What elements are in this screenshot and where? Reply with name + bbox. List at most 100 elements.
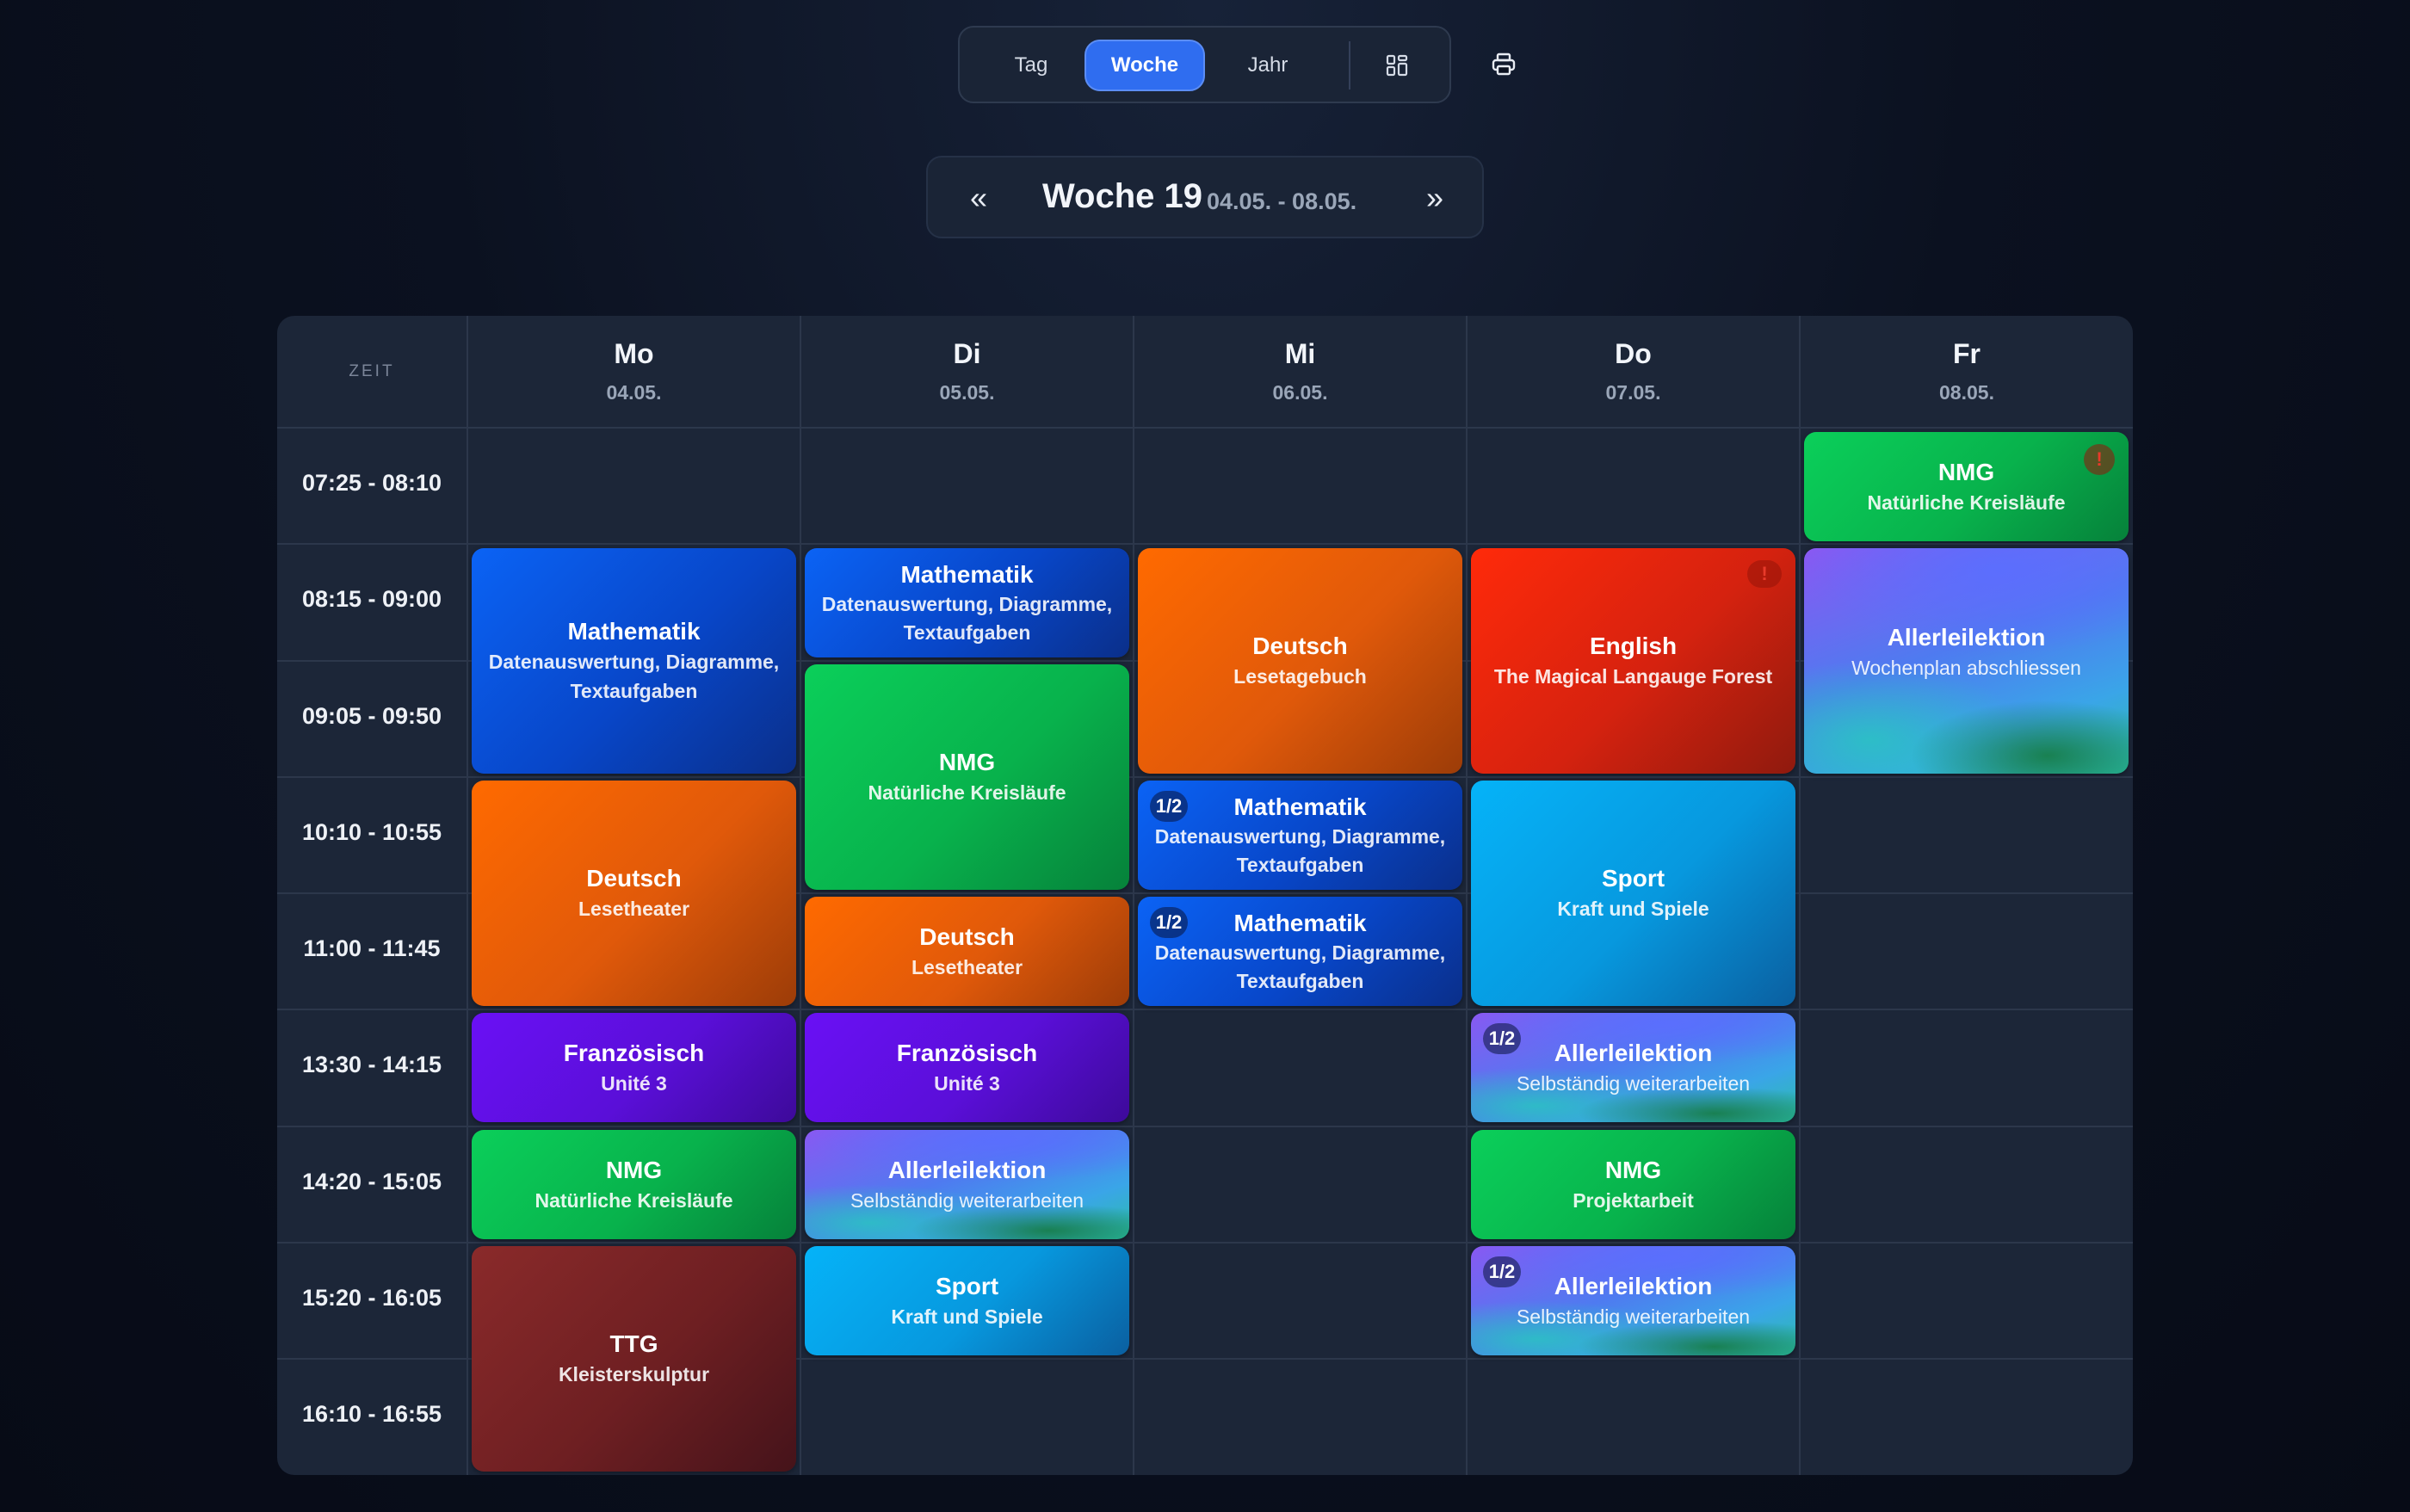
lesson-topic: Datenauswertung, Diagramme, Textaufgaben [1154, 824, 1446, 876]
day-header-fr: Fr 08.05. [1801, 316, 2133, 428]
week-calendar: ZEIT Mo 04.05. Di 05.05. Mi 06.05. Do 07… [277, 316, 2133, 1475]
lesson-card[interactable]: 1/2 Mathematik Datenauswertung, Diagramme… [1138, 781, 1462, 890]
lesson-card[interactable]: Deutsch Lesetheater [805, 897, 1129, 1006]
time-slot-label: 09:05 - 09:50 [301, 703, 442, 729]
lesson-title: Allerleilektion [1887, 623, 2046, 651]
lesson-card[interactable]: Deutsch Lesetheater [472, 781, 796, 1006]
week-range: 04.05. - 08.05. [1207, 188, 1357, 214]
lesson-card[interactable]: ! English The Magical Langauge Forest [1471, 548, 1795, 774]
lesson-card[interactable]: Allerleilektion Wochenplan abschliessen [1804, 548, 2129, 774]
lesson-topic: The Magical Langauge Forest [1493, 665, 1773, 688]
lesson-card[interactable]: 1/2 Allerleilektion Selbständig weiterarb… [1471, 1013, 1795, 1122]
lesson-title: NMG [938, 749, 996, 775]
time-column-header: ZEIT [349, 362, 395, 380]
lesson-title: NMG [1604, 1156, 1662, 1183]
day-name: Do [1615, 338, 1652, 369]
time-slot-label: 07:25 - 08:10 [301, 470, 442, 496]
lesson-card[interactable]: Mathematik Datenauswertung, Diagramme, Te… [472, 548, 796, 774]
lesson-topic: Lesetagebuch [1233, 665, 1367, 688]
time-slot-label: 11:00 - 11:45 [303, 935, 441, 961]
lesson-card[interactable]: 1/2 Allerleilektion Selbständig weiterarb… [1471, 1246, 1795, 1355]
next-week-button[interactable]: » [1413, 176, 1456, 219]
grid-line [800, 316, 801, 1475]
day-header-di: Di 05.05. [801, 316, 1133, 428]
lesson-topic: Wochenplan abschliessen [1851, 656, 2081, 679]
time-slot-label: 16:10 - 16:55 [301, 1401, 442, 1427]
lesson-title: Französisch [563, 1039, 705, 1066]
grid-line [467, 316, 468, 1475]
lesson-topic: Natürliche Kreisläufe [535, 1188, 733, 1212]
day-date: 04.05. [606, 381, 662, 404]
day-name: Fr [1953, 338, 1981, 369]
lesson-title: Sport [935, 1272, 999, 1299]
lesson-card[interactable]: TTG Kleisterskulptur [472, 1246, 796, 1472]
lesson-title: Mathematik [900, 560, 1034, 588]
grid-line [1466, 316, 1468, 1475]
view-switcher: Tag Woche Jahr [958, 26, 1451, 103]
lesson-title: Deutsch [1252, 633, 1348, 659]
lesson-topic: Projektarbeit [1573, 1188, 1694, 1212]
day-date: 06.05. [1272, 381, 1328, 404]
lesson-topic: Selbständig weiterarbeiten [1516, 1305, 1751, 1328]
lesson-card[interactable]: NMG Natürliche Kreisläufe [472, 1130, 796, 1239]
time-slot-label: 13:30 - 14:15 [301, 1052, 442, 1077]
lesson-topic: Natürliche Kreisläufe [868, 781, 1066, 804]
day-date: 05.05. [939, 381, 995, 404]
time-slot-label: 10:10 - 10:55 [301, 819, 442, 845]
lesson-card[interactable]: Sport Kraft und Spiele [1471, 781, 1795, 1006]
lesson-topic: Natürliche Kreisläufe [1867, 491, 2066, 514]
lesson-topic: Lesetheater [911, 955, 1023, 978]
day-name: Mi [1284, 338, 1316, 369]
grid-icon[interactable] [1381, 50, 1412, 81]
lesson-topic: Datenauswertung, Diagramme, Textaufgaben [1154, 941, 1446, 992]
grid-line [277, 1126, 2133, 1127]
lesson-card[interactable]: Mathematik Datenauswertung, Diagramme, Te… [805, 548, 1129, 657]
lesson-title: Allerleilektion [887, 1156, 1047, 1183]
lesson-card[interactable]: ! NMG Natürliche Kreisläufe [1804, 432, 2129, 541]
lesson-topic: Selbständig weiterarbeiten [850, 1188, 1084, 1212]
lesson-card[interactable]: 1/2 Mathematik Datenauswertung, Diagramme… [1138, 897, 1462, 1006]
time-slot-label: 08:15 - 09:00 [301, 586, 442, 612]
tab-year[interactable]: Jahr [1216, 40, 1319, 91]
lesson-topic: Lesetheater [578, 898, 690, 920]
day-header-do: Do 07.05. [1468, 316, 1799, 428]
prev-week-button[interactable]: « [957, 176, 1000, 219]
day-header-mi: Mi 06.05. [1134, 316, 1466, 428]
lesson-card[interactable]: Deutsch Lesetagebuch [1138, 548, 1462, 774]
lesson-topic: Unité 3 [601, 1071, 667, 1095]
lesson-title: Mathematik [1233, 793, 1367, 820]
lesson-topic: Datenauswertung, Diagramme, Textaufgaben [488, 651, 780, 702]
lesson-title: TTG [609, 1330, 658, 1357]
toolbar-divider [1349, 41, 1350, 89]
lesson-card[interactable]: Französisch Unité 3 [472, 1013, 796, 1122]
grid-line [277, 1009, 2133, 1010]
lesson-title: Allerleilektion [1554, 1039, 1713, 1066]
lesson-title: Allerleilektion [1554, 1272, 1713, 1299]
lesson-card[interactable]: NMG Natürliche Kreisläufe [805, 664, 1129, 890]
lesson-topic: Datenauswertung, Diagramme, Textaufgaben [821, 592, 1113, 644]
lesson-card[interactable]: NMG Projektarbeit [1471, 1130, 1795, 1239]
grid-line [277, 776, 2133, 778]
lesson-title: NMG [1937, 458, 1995, 485]
lesson-topic: Kleisterskulptur [558, 1363, 710, 1385]
lesson-card[interactable]: Französisch Unité 3 [805, 1013, 1129, 1122]
tab-week[interactable]: Woche [1084, 40, 1205, 91]
grid-line [277, 543, 2133, 545]
day-date: 07.05. [1605, 381, 1661, 404]
lesson-title: Mathematik [1233, 909, 1367, 936]
grid-line [277, 1242, 2133, 1244]
lesson-card[interactable]: Allerleilektion Selbständig weiterarbeite… [805, 1130, 1129, 1239]
time-slot-label: 15:20 - 16:05 [301, 1285, 442, 1311]
lesson-title: Sport [1601, 865, 1665, 892]
lesson-card[interactable]: Sport Kraft und Spiele [805, 1246, 1129, 1355]
week-title: Woche 19 [1042, 177, 1202, 215]
print-icon[interactable] [1488, 49, 1519, 80]
day-name: Di [953, 338, 981, 369]
day-name: Mo [614, 338, 654, 369]
lesson-title: Deutsch [919, 923, 1015, 950]
day-header-mo: Mo 04.05. [468, 316, 800, 428]
grid-line [1799, 316, 1801, 1475]
lesson-title: Mathematik [567, 618, 701, 645]
tab-day[interactable]: Tag [986, 40, 1077, 91]
lesson-title: Deutsch [586, 865, 682, 892]
